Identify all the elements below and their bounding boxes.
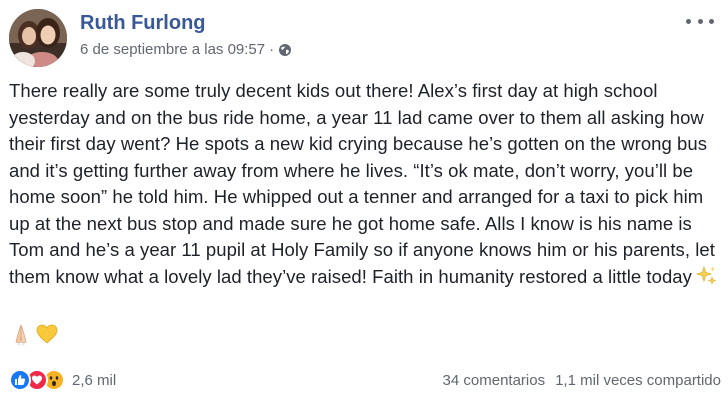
post-timestamp[interactable]: 6 de septiembre a las 09:57 xyxy=(80,41,265,58)
post-meta: 6 de septiembre a las 09:57 · xyxy=(80,41,292,58)
like-icon xyxy=(9,369,31,391)
shares-count[interactable]: 1,1 mil veces compartido xyxy=(555,372,721,389)
yellow-heart-icon xyxy=(35,322,59,351)
folded-hands-icon xyxy=(9,322,33,351)
globe-icon[interactable] xyxy=(278,43,292,57)
post-body-text: There really are some truly decent kids … xyxy=(9,80,715,287)
comments-count[interactable]: 34 comentarios xyxy=(443,372,546,389)
meta-separator: · xyxy=(269,41,275,58)
author-avatar[interactable] xyxy=(9,9,67,67)
author-name[interactable]: Ruth Furlong xyxy=(80,12,206,35)
sparkles-icon xyxy=(695,265,718,287)
reaction-count[interactable]: 2,6 mil xyxy=(72,372,116,389)
more-options-icon[interactable] xyxy=(686,16,714,26)
facebook-post: Ruth Furlong 6 de septiembre a las 09:57… xyxy=(0,0,728,403)
trailing-emoji xyxy=(9,324,59,348)
avatar-photo xyxy=(9,9,67,67)
reactions-summary[interactable] xyxy=(9,369,65,391)
engagement-stats: 34 comentarios 1,1 mil veces compartido xyxy=(443,372,721,389)
post-footer: 2,6 mil 34 comentarios 1,1 mil veces com… xyxy=(9,368,721,392)
post-body: There really are some truly decent kids … xyxy=(9,78,721,290)
